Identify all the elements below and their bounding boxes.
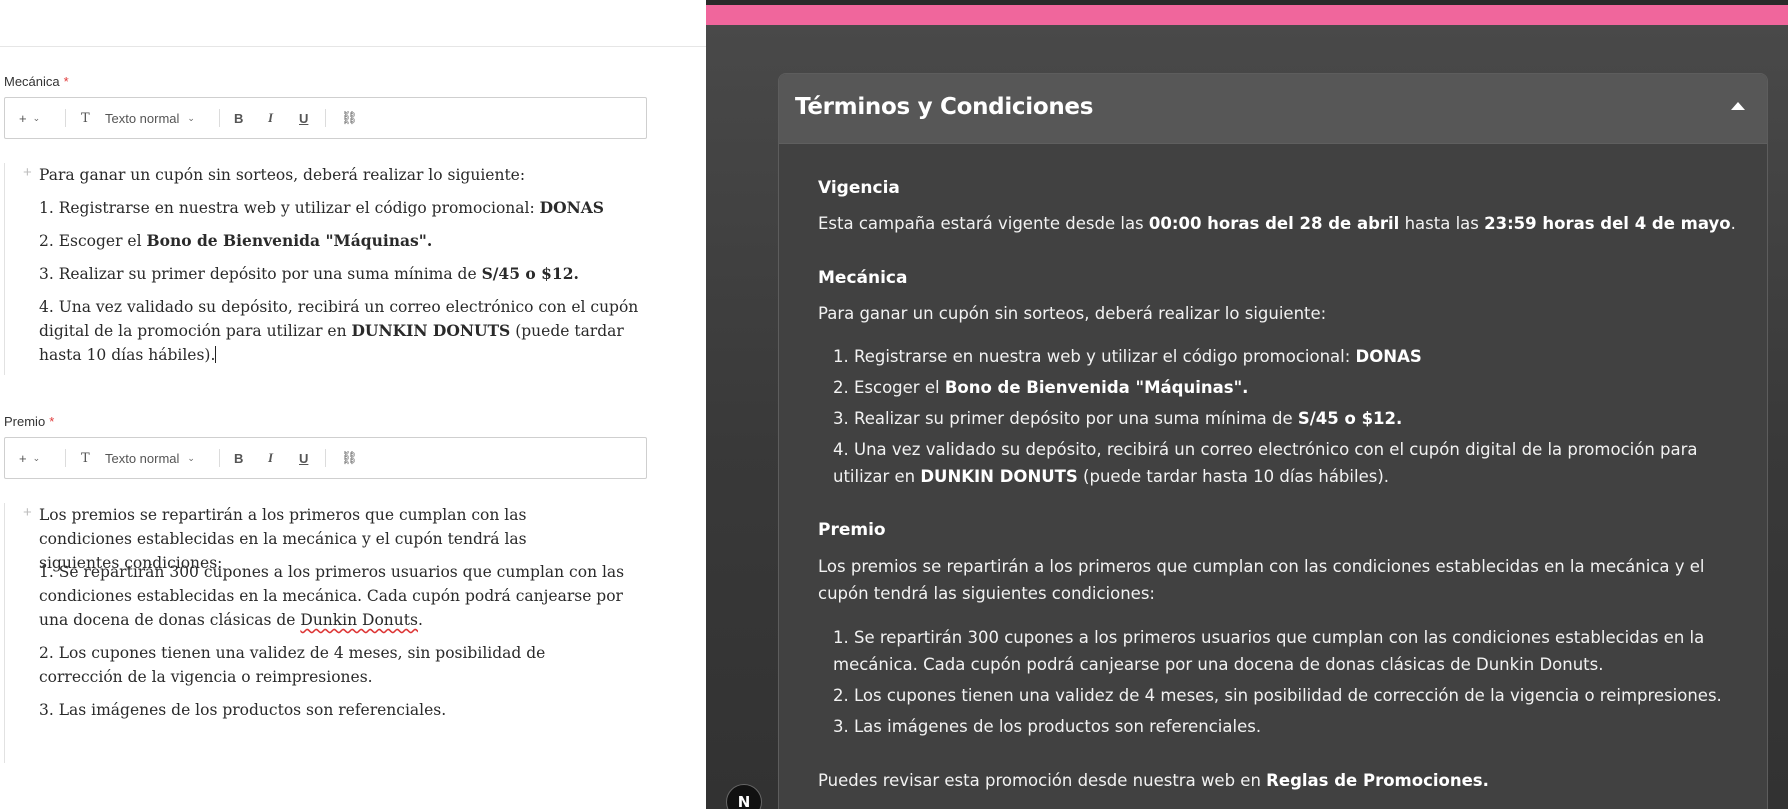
text: Puedes revisar esta promoción desde nues… <box>818 771 1267 790</box>
premio-item-1: 1. Se repartirán 300 cupones a los prime… <box>833 628 1705 674</box>
text-cursor <box>215 346 217 363</box>
italic-button[interactable]: I <box>268 98 273 138</box>
editor-pane: Mecánica * + ⌄ T Texto normal ⌄ B I U ⛓ + P… <box>0 0 706 809</box>
item-end: . <box>417 611 423 629</box>
chevron-down-icon: ⌄ <box>32 112 41 123</box>
mecanica-item-4: 4. Una vez validado su depósito, recibir… <box>39 295 649 367</box>
vigencia-heading: Vigencia <box>818 178 900 198</box>
item-text: 1. Registrarse en nuestra web y utilizar… <box>39 199 540 217</box>
bold-button[interactable]: B <box>234 98 243 138</box>
text: (puede tardar hasta 10 días hábiles). <box>1077 467 1390 486</box>
mecanica-label: Mecánica * <box>4 74 69 89</box>
text: 3. Realizar su primer depósito por una s… <box>833 409 1298 428</box>
editor-top-bar <box>0 0 706 47</box>
link-icon[interactable]: ⛓ <box>341 98 358 138</box>
mecanica-item-4: 4. Una vez validado su depósito, recibir… <box>833 436 1723 490</box>
premio-item-1: 1. Se repartirán 300 cupones a los prime… <box>39 560 649 632</box>
premio-intro: Los premios se repartirán a los primeros… <box>818 557 1705 603</box>
mecanica-intro: Para ganar un cupón sin sorteos, deberá … <box>818 304 1327 323</box>
mecanica-item-2: 2. Escoger el Bono de Bienvenida "Máquin… <box>39 229 649 253</box>
item-text: 2. Escoger el <box>39 232 147 250</box>
toolbar-divider <box>219 449 220 467</box>
bold: S/45 o $12. <box>1297 409 1403 428</box>
chevron-down-icon: ⌄ <box>187 452 195 463</box>
text: hasta las <box>1399 214 1485 233</box>
mecanica-item-1: 1. Registrarse en nuestra web y utilizar… <box>833 343 1778 370</box>
premio-label: Premio * <box>4 414 54 429</box>
footer-note: Puedes revisar esta promoción desde nues… <box>818 767 1778 794</box>
item-bold: S/45 o $12. <box>481 264 579 283</box>
mecanica-toolbar: + ⌄ T Texto normal ⌄ B I U ⛓ <box>4 97 647 139</box>
toolbar-divider <box>219 109 220 127</box>
rules-link[interactable]: Reglas de Promociones. <box>1266 771 1489 790</box>
premio-heading: Premio <box>818 520 886 540</box>
accent-bar <box>706 5 1788 25</box>
mecanica-label-text: Mecánica <box>4 74 60 89</box>
bold: DUNKIN DONUTS <box>920 467 1078 486</box>
chevron-down-icon: ⌄ <box>32 452 41 463</box>
italic-button[interactable]: I <box>268 438 273 478</box>
mecanica-item-3: 3. Realizar su primer depósito por una s… <box>833 405 1778 432</box>
toolbar-divider <box>65 109 66 127</box>
bold: 00:00 horas del 28 de abril <box>1148 214 1400 233</box>
chevron-up-icon[interactable] <box>1731 102 1745 110</box>
spellcheck-word[interactable]: Dunkin Donuts <box>300 611 418 629</box>
premio-label-text: Premio <box>4 414 46 429</box>
premio-item-3: 3. Las imágenes de los productos son ref… <box>39 701 447 719</box>
bold: 23:59 horas del 4 de mayo <box>1484 214 1731 233</box>
accordion-title: Términos y Condiciones <box>795 94 1094 120</box>
premio-toolbar: + ⌄ T Texto normal ⌄ B I U ⛓ <box>4 437 647 479</box>
mecanica-intro: Para ganar un cupón sin sorteos, deberá … <box>39 166 526 184</box>
text-style-icon: T <box>81 450 90 466</box>
text: Esta campaña estará vigente desde las <box>818 214 1149 233</box>
premio-item-2: 2. Los cupones tienen una validez de 4 m… <box>833 686 1722 705</box>
block-add-icon[interactable]: + <box>23 164 32 181</box>
text: 1. Registrarse en nuestra web y utilizar… <box>833 347 1356 366</box>
plus-icon: + <box>19 110 27 126</box>
item-bold: DONAS <box>539 198 604 217</box>
bold: DONAS <box>1355 347 1422 366</box>
insert-block-button[interactable]: + ⌄ <box>19 98 40 138</box>
toolbar-divider <box>65 449 66 467</box>
plus-icon: + <box>19 450 27 466</box>
bold: Bono de Bienvenida "Máquinas". <box>944 378 1249 397</box>
link-icon[interactable]: ⛓ <box>341 438 358 478</box>
mecanica-heading: Mecánica <box>818 268 908 288</box>
item-bold: Bono de Bienvenida "Máquinas". <box>146 231 433 250</box>
text-style-icon: T <box>81 110 90 126</box>
text-style-dropdown[interactable]: Texto normal ⌄ <box>105 438 195 478</box>
bold-button[interactable]: B <box>234 438 243 478</box>
mecanica-item-2: 2. Escoger el Bono de Bienvenida "Máquin… <box>833 374 1778 401</box>
toolbar-divider <box>325 109 326 127</box>
text: . <box>1730 214 1736 233</box>
item-bold: DUNKIN DONUTS <box>351 321 511 340</box>
underline-button[interactable]: U <box>299 438 308 478</box>
mecanica-item-1: 1. Registrarse en nuestra web y utilizar… <box>39 196 649 220</box>
preview-pane: Términos y Condiciones Vigencia Esta cam… <box>706 0 1788 809</box>
insert-block-button[interactable]: + ⌄ <box>19 438 40 478</box>
accordion-header[interactable]: Términos y Condiciones <box>779 74 1767 144</box>
text-style-label: Texto normal <box>105 450 180 466</box>
toolbar-divider <box>325 449 326 467</box>
block-add-icon[interactable]: + <box>23 504 32 521</box>
premio-item-3: 3. Las imágenes de los productos son ref… <box>833 717 1262 736</box>
mecanica-item-3: 3. Realizar su primer depósito por una s… <box>39 262 649 286</box>
required-mark: * <box>63 74 69 89</box>
dev-badge-icon[interactable]: N <box>726 784 762 809</box>
required-mark: * <box>49 414 55 429</box>
text-style-dropdown[interactable]: Texto normal ⌄ <box>105 98 195 138</box>
item-text: 3. Realizar su primer depósito por una s… <box>39 265 482 283</box>
underline-button[interactable]: U <box>299 98 308 138</box>
vigencia-text: Esta campaña estará vigente desde las 00… <box>818 210 1778 237</box>
premio-item-2: 2. Los cupones tienen una validez de 4 m… <box>39 644 546 686</box>
text-style-label: Texto normal <box>105 110 180 126</box>
text: 2. Escoger el <box>833 378 945 397</box>
chevron-down-icon: ⌄ <box>187 112 195 123</box>
